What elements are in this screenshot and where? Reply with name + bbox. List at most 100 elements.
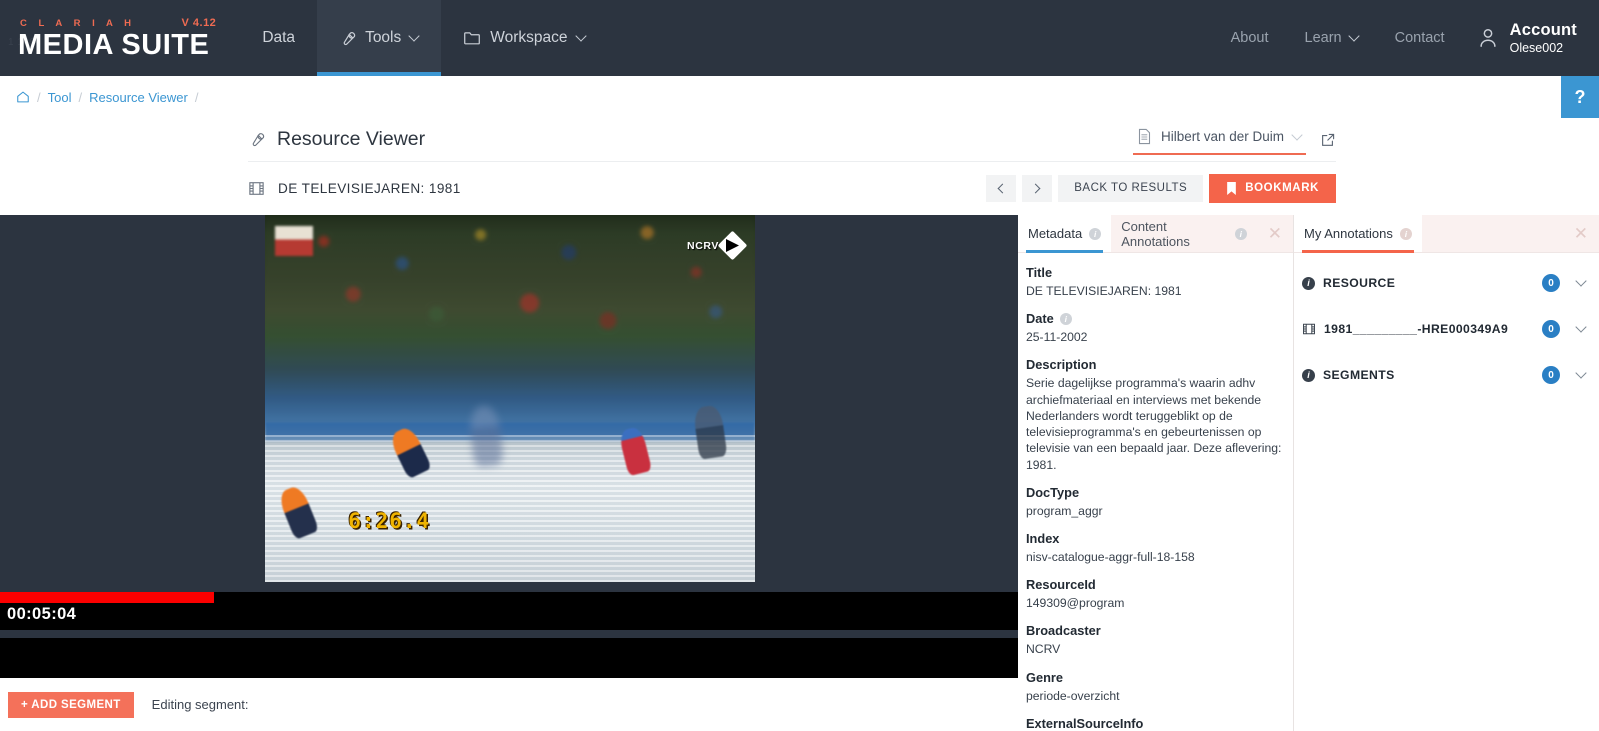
nav-link-contact[interactable]: Contact — [1377, 30, 1463, 46]
chevron-down-icon[interactable] — [1575, 367, 1587, 379]
metadata-key: Genre — [1026, 670, 1285, 685]
metadata-value: nisv-catalogue-aggr-full-18-158 — [1026, 549, 1195, 564]
metadata-tabstrip: Metadata i Content Annotations i ✕ — [1018, 215, 1293, 253]
metadata-key-label: Description — [1026, 357, 1097, 373]
segment-toolbar: + ADD SEGMENT Editing segment: — [0, 678, 1018, 731]
metadata-key: ExternalSourceInfo — [1026, 716, 1285, 731]
folder-icon — [463, 30, 481, 46]
chevron-down-icon — [410, 32, 419, 41]
chevron-down-icon — [577, 32, 586, 41]
video-player[interactable]: 6:26.4 NCRV — [265, 215, 755, 582]
tab-my-annotations[interactable]: My Annotations i — [1294, 215, 1422, 253]
metadata-key-label: Broadcaster — [1026, 623, 1101, 639]
nav-label-workspace: Workspace — [490, 29, 568, 46]
user-avatar-icon — [1477, 26, 1499, 50]
metadata-panel: Metadata i Content Annotations i ✕ Title… — [1018, 215, 1294, 731]
brand-top-line: C L A R I A H V 4.12 — [18, 17, 216, 29]
annotation-row-label: SEGMENTS — [1323, 368, 1395, 382]
tab-content-annotations[interactable]: Content Annotations i — [1111, 215, 1257, 252]
close-icon[interactable]: ✕ — [1563, 215, 1599, 252]
main-nav-items: Data Tools Workspace — [240, 0, 607, 76]
broadcaster-logo-mark — [717, 230, 748, 261]
annotation-row[interactable]: 1981_________-HRE000349A9 0 — [1294, 313, 1599, 345]
breadcrumb-separator: / — [78, 89, 83, 105]
film-icon — [1302, 322, 1316, 336]
metadata-key-label: ResourceId — [1026, 577, 1096, 593]
metadata-key: DocType — [1026, 485, 1285, 500]
chevron-down-icon — [1350, 32, 1359, 41]
broadcaster-logo: NCRV — [687, 230, 748, 261]
metadata-key-label: Genre — [1026, 669, 1063, 685]
info-icon: i — [1302, 368, 1315, 382]
film-icon — [248, 180, 265, 197]
current-time-display: 00:05:04 — [7, 605, 77, 623]
metadata-key: Index — [1026, 531, 1285, 546]
metadata-value: 149309@program — [1026, 596, 1125, 611]
info-icon[interactable]: i — [1089, 227, 1102, 240]
next-result-button[interactable] — [1022, 174, 1053, 202]
metadata-key-label: ExternalSourceInfo — [1026, 715, 1144, 731]
progress-bar-fill — [0, 592, 214, 603]
nav-right-group: About Learn Contact Account Olese002 — [1213, 0, 1599, 76]
nav-item-tools[interactable]: Tools — [317, 0, 442, 76]
info-icon: i — [1302, 276, 1315, 290]
back-to-results-button[interactable]: BACK TO RESULTS — [1058, 174, 1204, 202]
document-icon — [1137, 128, 1152, 145]
metadata-key-label: Index — [1026, 530, 1060, 546]
nav-link-about[interactable]: About — [1213, 30, 1287, 46]
account-username: Olese002 — [1509, 40, 1564, 55]
annotation-count-badge[interactable]: 0 — [1542, 274, 1560, 292]
home-icon[interactable] — [16, 90, 30, 104]
breadcrumb-item-resource-viewer[interactable]: Resource Viewer — [89, 90, 188, 105]
annotation-row[interactable]: i RESOURCE 0 — [1294, 267, 1599, 299]
annotation-count-badge[interactable]: 0 — [1542, 320, 1560, 338]
breadcrumb: / Tool / Resource Viewer / — [0, 76, 1599, 118]
nav-item-data[interactable]: Data — [240, 0, 317, 76]
tab-metadata[interactable]: Metadata i — [1018, 215, 1112, 253]
info-icon[interactable]: i — [1059, 312, 1072, 325]
segment-track-strip[interactable] — [0, 638, 1018, 678]
account-menu[interactable]: Account Olese002 — [1463, 20, 1577, 56]
help-button[interactable]: ? — [1561, 76, 1599, 118]
resource-title: DE TELEVISIEJAREN: 1981 — [278, 180, 461, 196]
close-icon[interactable]: ✕ — [1257, 215, 1293, 252]
progress-bar-track[interactable] — [0, 592, 1018, 603]
chevron-down-icon[interactable] — [1575, 275, 1587, 287]
tab-my-annotations-label: My Annotations — [1304, 226, 1393, 241]
annotation-count-badge[interactable]: 0 — [1542, 366, 1560, 384]
annotation-row[interactable]: i SEGMENTS 0 — [1294, 359, 1599, 391]
resource-viewer-page: 1 149 C L A R I A H V 4.12 MEDIA SUITE D… — [0, 0, 1599, 731]
tool-header-right: Hilbert van der Duim — [1132, 124, 1336, 155]
metadata-key-label: Date — [1026, 311, 1054, 327]
metadata-value: 25-11-2002 — [1026, 330, 1088, 345]
add-segment-button[interactable]: + ADD SEGMENT — [8, 691, 134, 718]
brand-logo[interactable]: C L A R I A H V 4.12 MEDIA SUITE — [0, 0, 240, 76]
video-scoreboard — [274, 226, 313, 256]
breadcrumb-item-tool[interactable]: Tool — [48, 90, 72, 105]
tab-metadata-label: Metadata — [1028, 226, 1083, 241]
account-text: Account Olese002 — [1510, 20, 1577, 56]
nav-item-workspace[interactable]: Workspace — [441, 0, 607, 76]
bookmark-button[interactable]: BOOKMARK — [1209, 173, 1336, 203]
metadata-value: DE TELEVISIEJAREN: 1981 — [1026, 284, 1182, 298]
player-progress-area: 00:05:04 — [0, 592, 1018, 630]
video-overlay-timer: 6:26.4 — [348, 508, 431, 533]
chevron-down-icon[interactable] — [1575, 321, 1587, 333]
broadcaster-logo-text: NCRV — [687, 239, 719, 252]
resource-action-buttons: BACK TO RESULTS BOOKMARK — [986, 173, 1336, 203]
external-link-icon[interactable] — [1320, 132, 1336, 148]
bookmark-icon — [1226, 181, 1237, 195]
video-ice-surface — [265, 435, 755, 582]
info-icon[interactable]: i — [1399, 227, 1412, 240]
metadata-value: Serie dagelijkse programma's waarin adhv… — [1026, 376, 1282, 472]
chevron-down-icon — [1293, 131, 1302, 140]
nav-link-learn[interactable]: Learn — [1287, 30, 1377, 46]
info-icon[interactable]: i — [1234, 227, 1247, 240]
metadata-key-label: Title — [1026, 265, 1053, 280]
previous-result-button[interactable] — [986, 174, 1017, 202]
viewer-select[interactable]: Hilbert van der Duim — [1132, 124, 1306, 155]
annotations-tabstrip: My Annotations i ✕ — [1294, 215, 1599, 253]
my-annotations-panel: My Annotations i ✕ i RESOURCE 0 1981_______… — [1294, 215, 1599, 731]
metadata-key: Broadcaster — [1026, 623, 1285, 638]
nav-link-about-label: About — [1230, 30, 1269, 46]
